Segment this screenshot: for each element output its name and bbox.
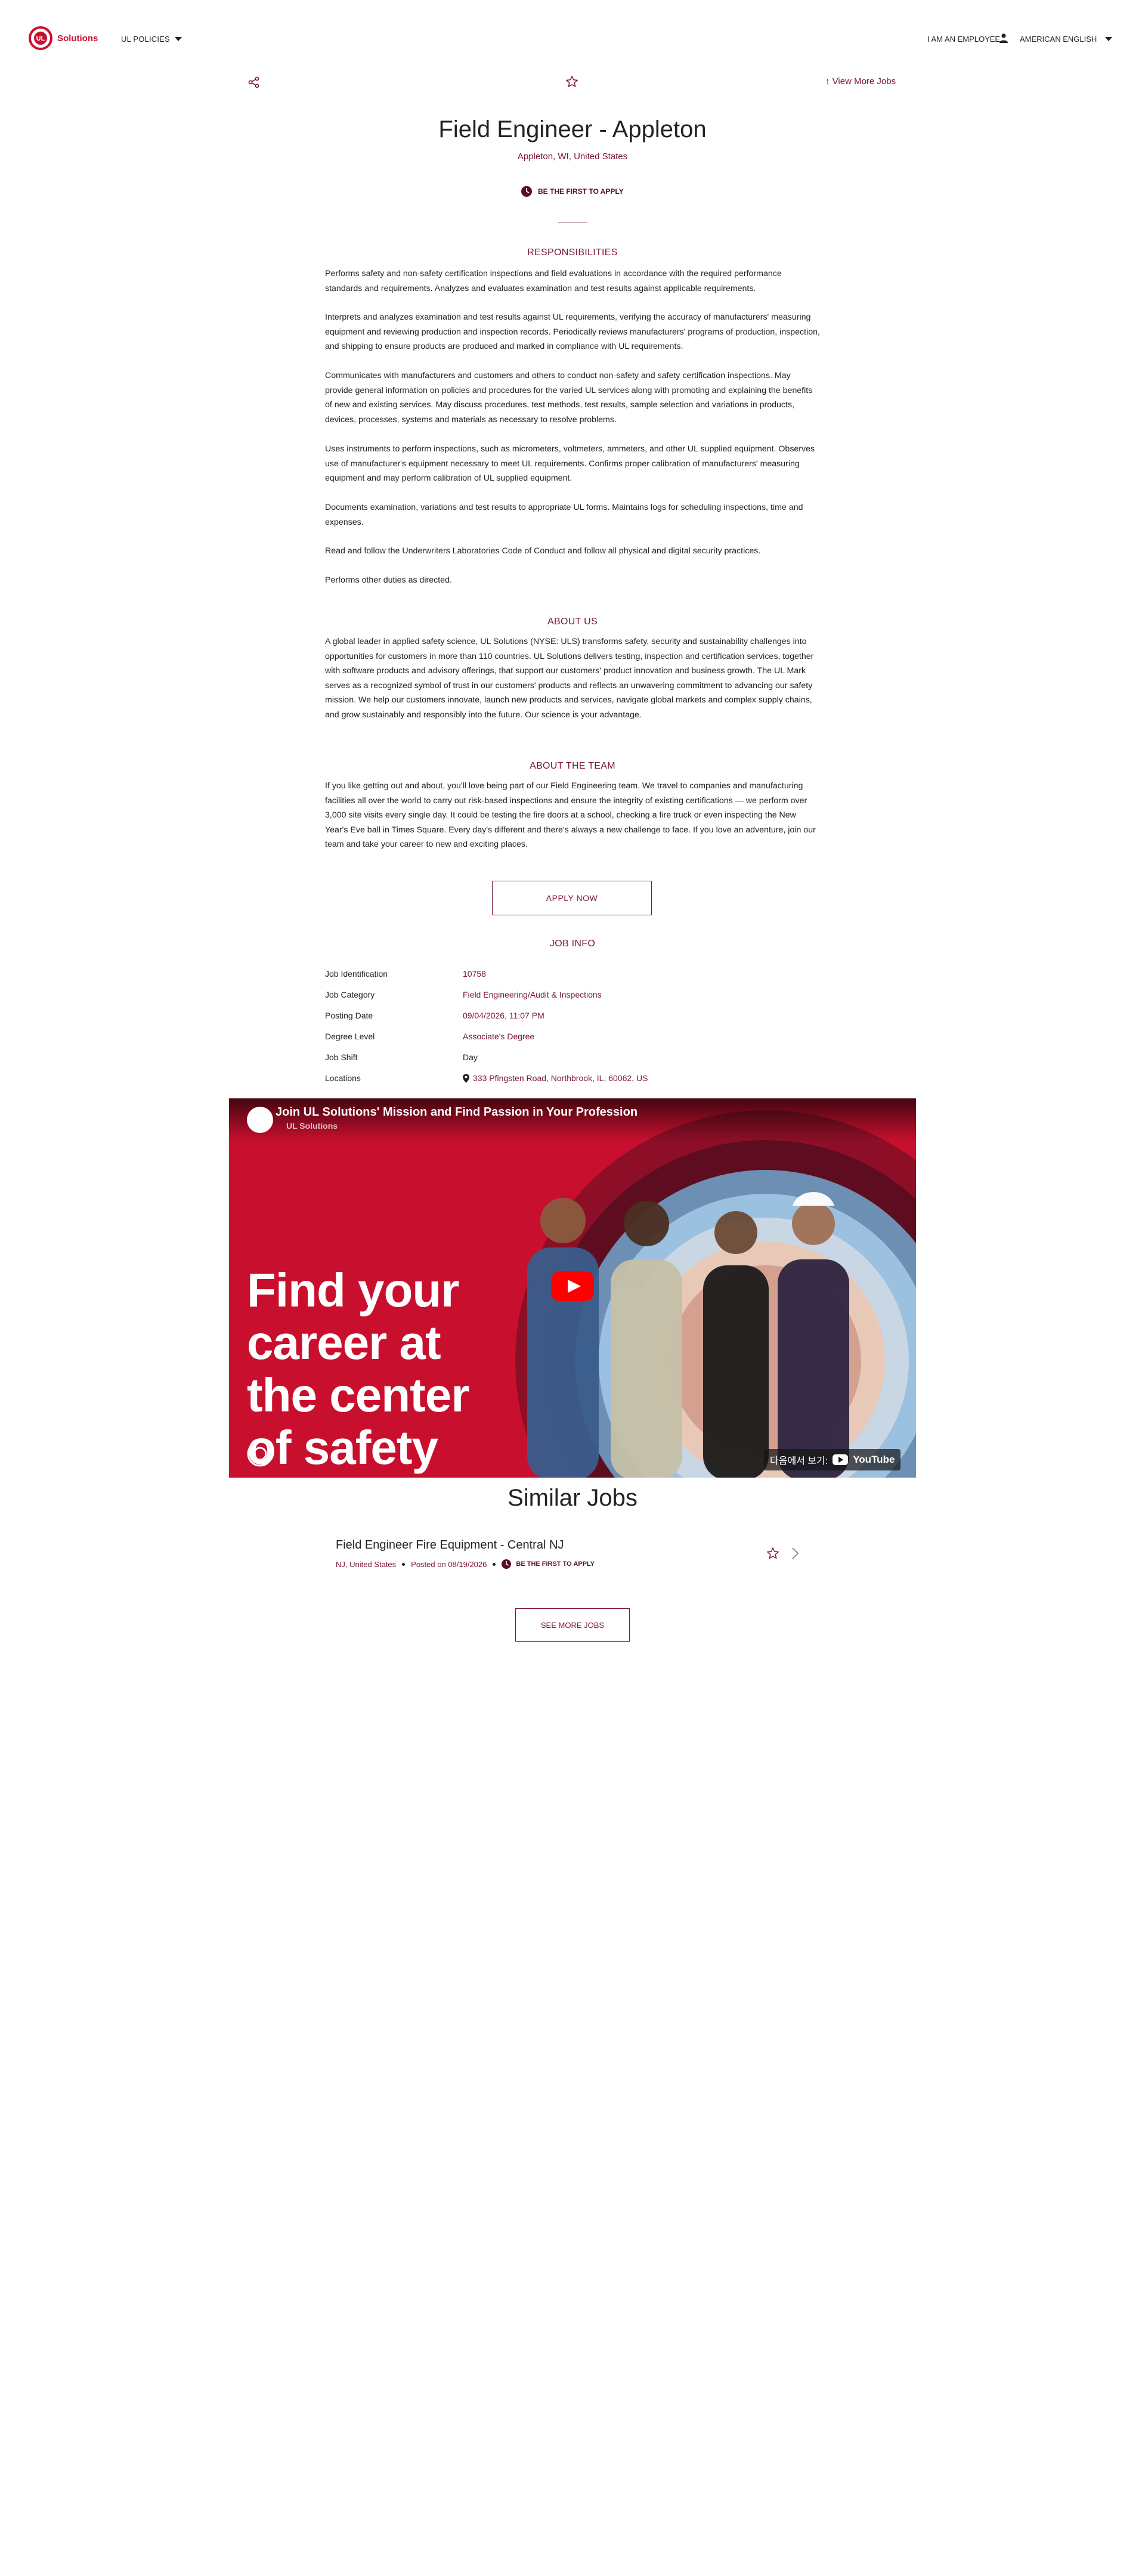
responsibilities-section: RESPONSIBILITIES: [325, 247, 820, 258]
job-info-section: JOB INFO: [325, 939, 820, 949]
responsibilities-heading: RESPONSIBILITIES: [527, 247, 618, 258]
employee-link[interactable]: I AM AN EMPLOYEE: [927, 35, 1000, 44]
up-arrow-icon: ↑: [825, 76, 833, 86]
job-info-value: 10758: [463, 969, 486, 979]
similar-job-posted: Posted on 08/19/2026: [411, 1559, 487, 1569]
job-category-link[interactable]: Field Engineering/Audit & Inspections: [463, 990, 602, 999]
channel-avatar[interactable]: [247, 1107, 273, 1133]
responsibility-text: Uses instruments to perform inspections,…: [325, 444, 815, 483]
favorite-star-icon[interactable]: [766, 1547, 779, 1560]
caret-down-icon: [174, 37, 182, 41]
logo-text: Solutions: [57, 33, 98, 44]
see-more-jobs-button[interactable]: SEE MORE JOBS: [515, 1608, 630, 1642]
site-header: UL Solutions UL POLICIES I AM AN EMPLOYE…: [0, 0, 1145, 78]
view-more-jobs-link[interactable]: ↑ View More Jobs: [825, 76, 896, 86]
responsibility-item: Read and follow the Underwriters Laborat…: [325, 544, 820, 559]
svg-text:UL: UL: [36, 35, 45, 42]
ul-policies-label: UL POLICIES: [121, 35, 170, 44]
about-us-text: A global leader in applied safety scienc…: [325, 637, 814, 720]
video-player[interactable]: Join UL Solutions' Mission and Find Pass…: [229, 1098, 916, 1478]
about-team-heading: ABOUT THE TEAM: [530, 761, 615, 771]
favorite-star-icon[interactable]: [565, 75, 578, 88]
youtube-icon: [833, 1454, 849, 1465]
similar-job-location: NJ, United States: [336, 1559, 397, 1569]
job-info-value: Day: [463, 1052, 478, 1062]
video-title[interactable]: Join UL Solutions' Mission and Find Pass…: [276, 1106, 638, 1119]
caret-down-icon: [1105, 37, 1113, 41]
about-team-section: ABOUT THE TEAM: [325, 761, 820, 772]
about-us-heading: ABOUT US: [547, 617, 598, 627]
job-info-label: Job Category: [325, 990, 375, 999]
similar-jobs-heading: Similar Jobs: [507, 1485, 638, 1511]
video-channel: UL Solutions: [286, 1121, 338, 1131]
job-location-value[interactable]: 333 Pfingsten Road, Northbrook, IL, 6006…: [463, 1073, 648, 1083]
job-location: Appleton, WI, United States: [517, 151, 628, 162]
play-button-icon[interactable]: [551, 1271, 594, 1301]
first-to-apply-badge: BE THE FIRST TO APPLY: [521, 186, 624, 197]
ul-watermark-icon: [247, 1441, 273, 1467]
location-text: 333 Pfingsten Road, Northbrook, IL, 6006…: [473, 1073, 648, 1083]
ul-logo-icon: UL: [29, 26, 52, 50]
watch-on-label: 다음에서 보기:: [770, 1456, 828, 1466]
about-us-section: ABOUT US: [325, 617, 820, 627]
job-title: Field Engineer - Appleton: [438, 116, 707, 143]
hero-line: career at: [247, 1316, 441, 1369]
clock-icon: [502, 1559, 512, 1569]
responsibility-item: Interprets and analyzes examination and …: [325, 310, 820, 354]
job-info-label: Job Identification: [325, 969, 388, 979]
job-info-value: 09/04/2026, 11:07 PM: [463, 1011, 544, 1020]
responsibility-text: Documents examination, variations and te…: [325, 503, 803, 527]
responsibility-item: Performs safety and non-safety certifica…: [325, 267, 820, 296]
hero-line: of safety: [247, 1421, 438, 1474]
responsibility-item: Performs other duties as directed.: [325, 573, 820, 588]
language-selector[interactable]: AMERICAN ENGLISH: [1020, 35, 1113, 44]
language-label: AMERICAN ENGLISH: [1020, 35, 1097, 44]
view-more-label: View More Jobs: [832, 76, 896, 86]
map-pin-icon: [463, 1073, 469, 1083]
first-to-apply-label: BE THE FIRST TO APPLY: [538, 187, 624, 196]
job-info-label: Job Shift: [325, 1052, 358, 1062]
separator-dot: [493, 1562, 496, 1566]
job-info-row: Job Identification 10758: [325, 969, 820, 983]
responsibility-text: Performs other duties as directed.: [325, 575, 452, 585]
similar-job-title-link[interactable]: Field Engineer Fire Equipment - Central …: [336, 1538, 564, 1552]
youtube-label: YouTube: [853, 1454, 895, 1465]
job-info-row: Posting Date 09/04/2026, 11:07 PM: [325, 1011, 820, 1025]
responsibility-item: Communicates with manufacturers and cust…: [325, 369, 820, 427]
job-info-value: Associate's Degree: [463, 1032, 535, 1041]
about-us-body: A global leader in applied safety scienc…: [325, 634, 820, 722]
first-to-apply-label: BE THE FIRST TO APPLY: [516, 1561, 595, 1568]
chevron-right-icon[interactable]: [791, 1547, 799, 1560]
video-hero-text: Find your career at the center of safety: [247, 1264, 469, 1474]
job-info-row: Job Category Field Engineering/Audit & I…: [325, 990, 820, 1004]
job-info-row: Degree Level Associate's Degree: [325, 1032, 820, 1046]
about-team-body: If you like getting out and about, you'l…: [325, 779, 820, 852]
job-info-label: Degree Level: [325, 1032, 375, 1041]
job-info-heading: JOB INFO: [549, 939, 596, 949]
ul-policies-menu[interactable]: UL POLICIES: [121, 35, 182, 44]
responsibility-text: Performs safety and non-safety certifica…: [325, 269, 782, 293]
responsibility-text: Communicates with manufacturers and cust…: [325, 371, 813, 425]
job-info-row: Locations 333 Pfingsten Road, Northbrook…: [325, 1073, 820, 1088]
ul-solutions-logo[interactable]: UL Solutions: [29, 26, 98, 50]
similar-job-meta: NJ, United States Posted on 08/19/2026 B…: [336, 1559, 595, 1569]
job-info-label: Posting Date: [325, 1011, 373, 1020]
hero-line: Find your: [247, 1264, 459, 1317]
user-icon[interactable]: [999, 33, 1008, 43]
responsibility-item: Documents examination, variations and te…: [325, 500, 820, 530]
about-team-text: If you like getting out and about, you'l…: [325, 781, 816, 849]
hero-line: the center: [247, 1368, 469, 1422]
video-top-bar: [229, 1098, 916, 1141]
job-info-row: Job Shift Day: [325, 1052, 820, 1067]
responsibility-text: Interprets and analyzes examination and …: [325, 312, 820, 351]
first-to-apply-badge: BE THE FIRST TO APPLY: [502, 1559, 595, 1569]
separator-dot: [402, 1562, 406, 1566]
responsibility-item: Uses instruments to perform inspections,…: [325, 442, 820, 486]
job-info-label: Locations: [325, 1073, 361, 1083]
clock-icon: [521, 186, 532, 197]
responsibility-text: Read and follow the Underwriters Laborat…: [325, 546, 761, 556]
watch-on-youtube-button[interactable]: 다음에서 보기: YouTube: [764, 1449, 901, 1470]
apply-now-button[interactable]: APPLY NOW: [492, 881, 652, 915]
share-icon[interactable]: [248, 76, 260, 88]
